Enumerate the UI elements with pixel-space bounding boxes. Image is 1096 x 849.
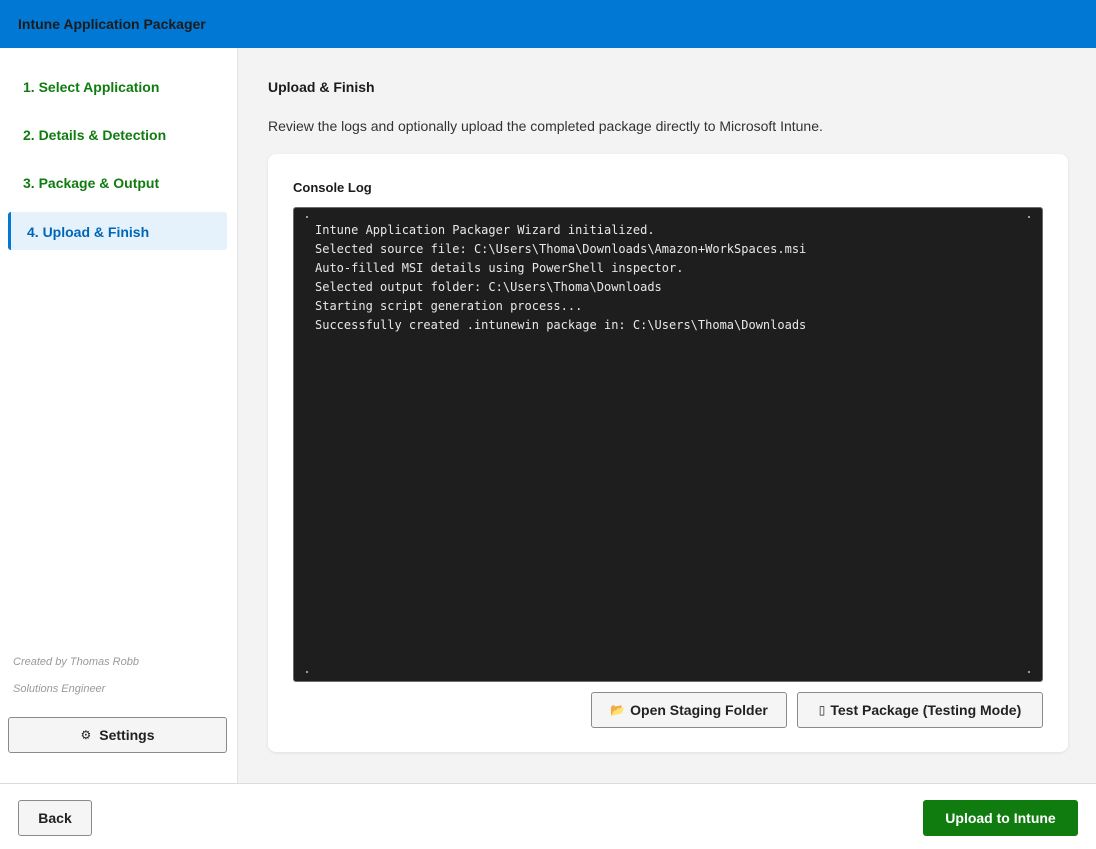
console-line: Auto-filled MSI details using PowerShell… (315, 261, 684, 275)
nav-step-package-output[interactable]: 3. Package & Output (8, 163, 227, 201)
console-line: Starting script generation process... (315, 299, 583, 313)
nav-step-details-detection[interactable]: 2. Details & Detection (8, 115, 227, 153)
nav-step-select-application[interactable]: 1. Select Application (8, 67, 227, 105)
credit-name: Created by Thomas Robb (13, 656, 139, 668)
corner-dot (306, 216, 308, 218)
open-staging-folder-button[interactable]: 📂 Open Staging Folder (591, 692, 787, 728)
main-content: Upload & Finish Review the logs and opti… (238, 48, 1096, 783)
gear-icon: ⚙ (80, 728, 92, 742)
page-title: Upload & Finish (268, 79, 375, 95)
settings-label: Settings (99, 727, 155, 743)
back-button[interactable]: Back (18, 800, 92, 836)
test-package-button[interactable]: ▯ Test Package (Testing Mode) (797, 692, 1043, 728)
console-card: Console Log Intune Application Packager … (268, 154, 1068, 752)
app-title: Intune Application Packager (18, 16, 206, 32)
console-line: Selected source file: C:\Users\Thoma\Dow… (315, 242, 807, 256)
corner-dot (306, 671, 308, 673)
console-line: Successfully created .intunewin package … (315, 318, 807, 332)
open-staging-folder-label: Open Staging Folder (630, 702, 768, 718)
title-bar: Intune Application Packager (0, 0, 1096, 48)
sidebar: 1. Select Application 2. Details & Detec… (0, 48, 238, 783)
nav-step-upload-finish[interactable]: 4. Upload & Finish (8, 212, 227, 250)
corner-dot (1028, 671, 1030, 673)
console-log-label: Console Log (293, 180, 372, 195)
page-description: Review the logs and optionally upload th… (268, 118, 823, 134)
console-log[interactable]: Intune Application Packager Wizard initi… (293, 207, 1043, 682)
console-line: Intune Application Packager Wizard initi… (315, 223, 655, 237)
corner-dot (1028, 216, 1030, 218)
test-package-label: Test Package (Testing Mode) (830, 702, 1022, 718)
footer: Back Upload to Intune (0, 783, 1096, 849)
folder-icon: 📂 (610, 703, 626, 717)
test-icon: ▯ (818, 703, 826, 717)
credit-role: Solutions Engineer (13, 683, 106, 695)
upload-to-intune-button[interactable]: Upload to Intune (923, 800, 1078, 836)
settings-button[interactable]: ⚙ Settings (8, 717, 227, 753)
console-line: Selected output folder: C:\Users\Thoma\D… (315, 280, 662, 294)
